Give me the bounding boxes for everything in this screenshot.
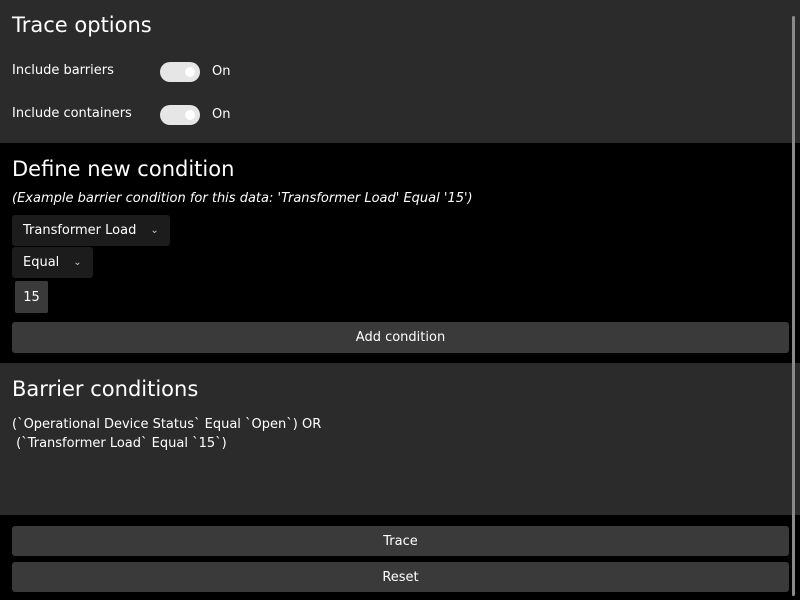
chevron-down-icon: ⌄ xyxy=(150,225,159,236)
barrier-condition-line-1: (`Operational Device Status` Equal `Open… xyxy=(12,417,322,432)
include-barriers-label: Include barriers xyxy=(12,63,114,78)
include-containers-label: Include containers xyxy=(12,106,132,121)
scrollbar[interactable] xyxy=(792,16,795,596)
trace-options-panel: Trace options Include barriers On Includ… xyxy=(0,0,800,143)
include-barriers-state: On xyxy=(212,64,231,79)
barrier-conditions-panel: Barrier conditions (`Operational Device … xyxy=(0,363,800,515)
operator-value: Equal xyxy=(23,255,60,270)
include-containers-state: On xyxy=(212,107,231,122)
trace-button[interactable]: Trace xyxy=(12,526,789,556)
define-condition-title: Define new condition xyxy=(12,157,235,181)
condition-hint: (Example barrier condition for this data… xyxy=(12,191,473,206)
attribute-dropdown[interactable]: Transformer Load ⌄ xyxy=(12,215,170,246)
operator-dropdown[interactable]: Equal ⌄ xyxy=(12,247,93,278)
chevron-down-icon: ⌄ xyxy=(73,257,82,268)
toggle-knob xyxy=(185,110,195,120)
attribute-value: Transformer Load xyxy=(23,223,137,238)
define-condition-panel: Define new condition (Example barrier co… xyxy=(0,143,800,363)
toggle-knob xyxy=(185,67,195,77)
trace-options-title: Trace options xyxy=(12,13,152,37)
barrier-condition-line-2: (`Transformer Load` Equal `15`) xyxy=(12,436,227,451)
include-containers-toggle[interactable] xyxy=(160,105,200,125)
barrier-conditions-title: Barrier conditions xyxy=(12,377,199,401)
include-barriers-toggle[interactable] xyxy=(160,62,200,82)
add-condition-button[interactable]: Add condition xyxy=(12,322,789,353)
value-input[interactable]: 15 xyxy=(15,281,48,313)
reset-button[interactable]: Reset xyxy=(12,562,789,592)
